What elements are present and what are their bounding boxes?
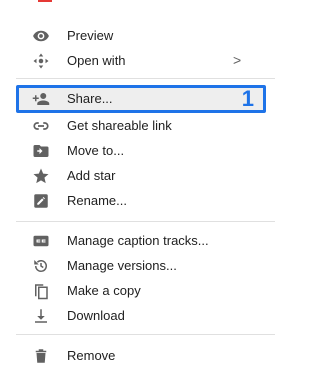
menu-item-label: Rename... — [67, 193, 127, 208]
menu-item-label: Share... — [67, 91, 113, 106]
menu-item-label: Add star — [67, 168, 116, 183]
menu-divider — [16, 78, 275, 79]
menu-item-share[interactable]: Share... 1 — [16, 85, 266, 113]
eye-icon — [32, 27, 50, 45]
menu-item-open-with[interactable]: Open with > — [0, 49, 275, 73]
menu-item-get-shareable-link[interactable]: Get shareable link — [0, 114, 275, 138]
menu-item-label: Get shareable link — [67, 118, 172, 133]
step-number-badge: 1 — [241, 86, 254, 111]
open-with-icon — [32, 52, 50, 70]
menu-item-label: Manage versions... — [67, 258, 177, 273]
menu-item-label: Manage caption tracks... — [67, 233, 209, 248]
context-menu: Preview Open with > Share... 1 Get share… — [0, 18, 275, 378]
link-icon — [32, 117, 50, 135]
menu-item-add-star[interactable]: Add star — [0, 164, 275, 188]
move-folder-icon — [32, 142, 50, 160]
menu-item-manage-caption-tracks[interactable]: Manage caption tracks... — [0, 229, 275, 253]
star-icon — [32, 167, 50, 185]
top-edge-mark — [38, 0, 52, 2]
download-icon — [32, 307, 50, 325]
menu-divider — [16, 334, 275, 335]
menu-divider — [16, 221, 275, 222]
menu-item-download[interactable]: Download — [0, 304, 275, 328]
history-icon — [32, 257, 50, 275]
menu-item-rename[interactable]: Rename... — [0, 189, 275, 213]
caption-icon — [32, 232, 50, 250]
menu-item-label: Move to... — [67, 143, 125, 158]
menu-item-label: Preview — [67, 28, 114, 43]
add-person-icon — [32, 90, 50, 108]
menu-item-move-to[interactable]: Move to... — [0, 139, 275, 163]
menu-item-label: Download — [67, 308, 125, 323]
menu-item-make-a-copy[interactable]: Make a copy — [0, 279, 275, 303]
menu-item-label: Make a copy — [67, 283, 141, 298]
copy-icon — [32, 282, 50, 300]
chevron-right-icon: > — [233, 52, 242, 68]
menu-item-label: Remove — [67, 348, 116, 363]
menu-item-remove[interactable]: Remove — [0, 344, 275, 368]
menu-item-preview[interactable]: Preview — [0, 24, 275, 48]
rename-icon — [32, 192, 50, 210]
menu-item-manage-versions[interactable]: Manage versions... — [0, 254, 275, 278]
menu-item-label: Open with — [67, 53, 126, 68]
trash-icon — [32, 347, 50, 365]
